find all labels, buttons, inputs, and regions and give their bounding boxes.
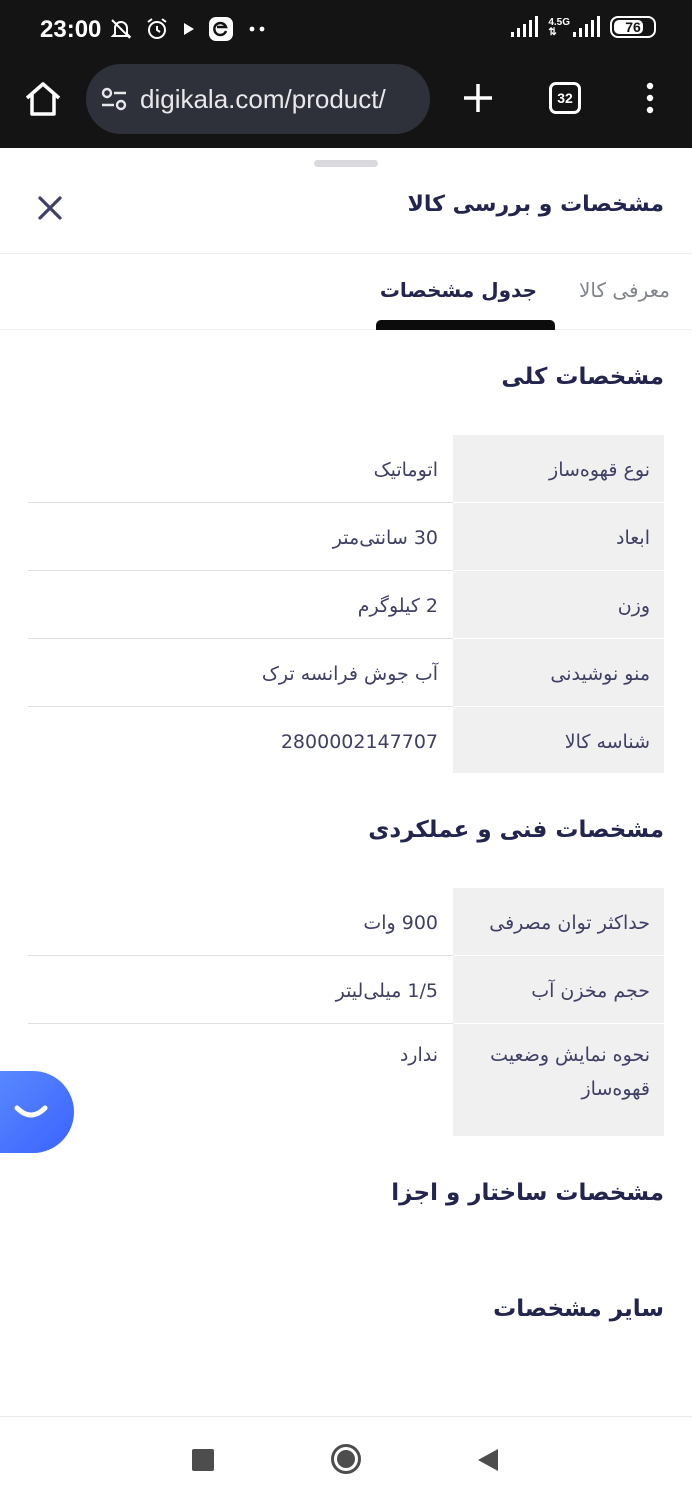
smile-icon (14, 1105, 48, 1118)
mute-bell-icon (110, 19, 132, 39)
home-icon[interactable] (22, 78, 64, 120)
alarm-icon (147, 18, 167, 39)
signal-icon-2 (573, 16, 600, 37)
spec-key: منو نوشیدنی (453, 639, 664, 706)
more-dots-icon (249, 26, 265, 32)
spec-row: حجم مخزن آب 1/5 میلی‌لیتر (28, 956, 664, 1024)
sheet-tabs: معرفی کالا جدول مشخصات (0, 254, 692, 330)
spec-value: 900 وات (363, 912, 438, 934)
system-nav-bar (0, 1416, 692, 1500)
sheet-header: مشخصات و بررسی کالا (0, 170, 692, 254)
network-signal-group: 4.5G ⇅ (548, 16, 600, 38)
spec-key: ابعاد (453, 503, 664, 570)
section-title-other: سایر مشخصات (493, 1296, 664, 1322)
spec-value: 30 سانتی‌متر (332, 527, 438, 549)
tab-specs-table[interactable]: جدول مشخصات (380, 278, 537, 302)
app-e-icon (209, 17, 233, 41)
new-tab-plus-icon[interactable] (460, 80, 496, 116)
spec-row: ابعاد 30 سانتی‌متر (28, 503, 664, 571)
spec-row: حداکثر توان مصرفی 900 وات (28, 888, 664, 956)
spec-value: ندارد (399, 1044, 438, 1066)
battery-indicator: 76 (610, 16, 656, 38)
spec-value: 1/5 میلی‌لیتر (335, 980, 438, 1002)
sheet-title: مشخصات و بررسی کالا (407, 192, 664, 217)
spec-key: حجم مخزن آب (453, 956, 664, 1023)
spec-row: وزن 2 کیلوگرم (28, 571, 664, 639)
site-settings-icon[interactable] (100, 85, 128, 113)
spec-key: وزن (453, 571, 664, 638)
tab-count: 32 (557, 90, 573, 106)
url-text: digikala.com/product/ (140, 83, 386, 114)
spec-key: شناسه کالا (453, 707, 664, 773)
data-arrows-icon: ⇅ (548, 27, 557, 38)
overflow-menu-icon[interactable] (640, 80, 660, 116)
spec-row: منو نوشیدنی آب جوش فرانسه ترک (28, 639, 664, 707)
spec-row: نوع قهوه‌ساز اتوماتیک (28, 435, 664, 503)
status-bar: 23:00 4.5G ⇅ 76 (0, 0, 692, 62)
spec-row: نحوه نمایش وضعیت قهوه‌ساز ندارد (28, 1024, 664, 1136)
battery-level: 76 (625, 19, 641, 35)
back-triangle-icon[interactable] (476, 1447, 500, 1473)
support-chat-button[interactable] (0, 1071, 74, 1153)
browser-toolbar: digikala.com/product/ 32 (0, 62, 692, 148)
url-bar[interactable]: digikala.com/product/ (86, 64, 430, 134)
active-tab-indicator (376, 320, 555, 330)
status-time: 23:00 (40, 16, 102, 43)
spec-row: شناسه کالا 2800002147707 (28, 707, 664, 773)
spec-key: حداکثر توان مصرفی (453, 888, 664, 955)
recents-square-icon[interactable] (192, 1449, 214, 1471)
spec-value: 2 کیلوگرم (357, 595, 438, 617)
spec-key: نحوه نمایش وضعیت قهوه‌ساز (453, 1024, 664, 1136)
section-title-technical: مشخصات فنی و عملکردی (368, 817, 664, 843)
sheet-drag-handle[interactable] (314, 160, 378, 167)
section-title-structure: مشخصات ساختار و اجزا (391, 1180, 664, 1206)
spec-value: آب جوش فرانسه ترک (261, 663, 438, 685)
tabs-counter-icon[interactable]: 32 (549, 82, 581, 114)
close-icon[interactable] (36, 194, 64, 222)
status-icons-left (108, 16, 270, 42)
spec-value: اتوماتیک (373, 459, 438, 481)
status-icons-right: 4.5G ⇅ 76 (510, 16, 656, 38)
spec-key: نوع قهوه‌ساز (453, 435, 664, 502)
spec-value: 2800002147707 (280, 731, 438, 753)
tab-product-intro[interactable]: معرفی کالا (579, 278, 670, 302)
home-circle-icon[interactable] (330, 1443, 362, 1475)
signal-icon (511, 16, 539, 37)
play-icon (184, 23, 194, 35)
section-title-general: مشخصات کلی (501, 364, 664, 390)
